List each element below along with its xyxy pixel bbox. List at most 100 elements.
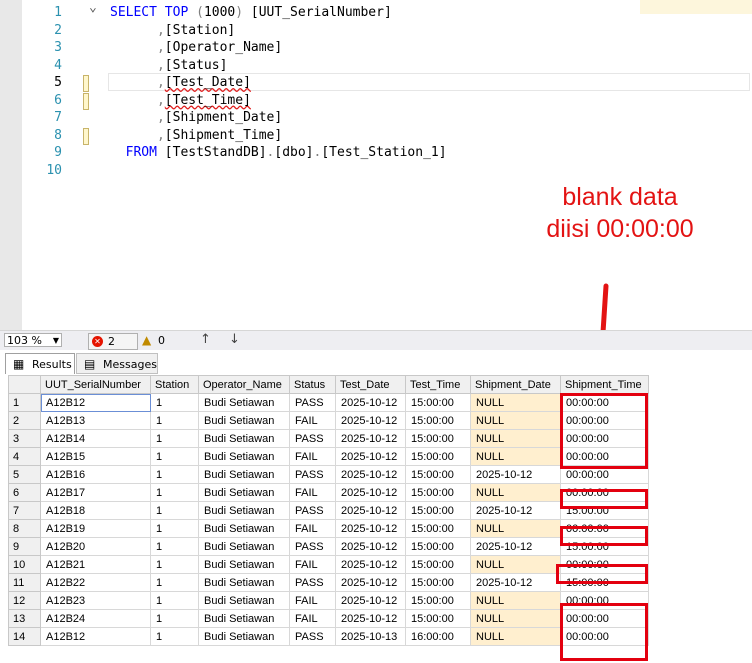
- table-row[interactable]: 13 A12B24 1 Budi Setiawan FAIL 2025-10-12 15:0…: [8, 609, 649, 628]
- grid-cell[interactable]: PASS: [289, 429, 336, 448]
- code-line[interactable]: 8 ,[Shipment_Time]: [0, 127, 752, 145]
- arrow-up-icon[interactable]: ↑: [200, 332, 211, 347]
- grid-cell[interactable]: NULL: [470, 411, 561, 430]
- grid-cell[interactable]: 15:00:00: [405, 483, 471, 502]
- grid-cell[interactable]: 2025-10-12: [335, 591, 406, 610]
- warning-icon[interactable]: ▲: [142, 333, 151, 348]
- grid-cell[interactable]: 1: [150, 411, 199, 430]
- sql-editor[interactable]: 1 ⌄ SELECT TOP (1000) [UUT_SerialNumber] 2 …: [0, 0, 752, 364]
- grid-cell[interactable]: 15:00:00: [405, 591, 471, 610]
- grid-cell[interactable]: PASS: [289, 627, 336, 646]
- grid-cell[interactable]: Budi Setiawan: [198, 411, 290, 430]
- grid-cell[interactable]: FAIL: [289, 519, 336, 538]
- grid-cell[interactable]: NULL: [470, 447, 561, 466]
- grid-cell[interactable]: A12B24: [40, 609, 151, 628]
- grid-cell[interactable]: 1: [150, 447, 199, 466]
- grid-cell[interactable]: NULL: [470, 555, 561, 574]
- grid-cell[interactable]: 2025-10-12: [335, 519, 406, 538]
- code-line[interactable]: 9 FROM [TestStandDB].[dbo].[Test_Station…: [0, 144, 752, 162]
- row-number[interactable]: 6: [8, 483, 41, 502]
- grid-cell[interactable]: 2025-10-12: [470, 573, 561, 592]
- grid-cell[interactable]: A12B15: [40, 447, 151, 466]
- grid-cell[interactable]: NULL: [470, 519, 561, 538]
- grid-cell[interactable]: 2025-10-12: [335, 555, 406, 574]
- row-number[interactable]: 14: [8, 627, 41, 646]
- grid-cell[interactable]: 15:00:00: [405, 519, 471, 538]
- table-row[interactable]: 14 A12B12 1 Budi Setiawan PASS 2025-10-13 16:0…: [8, 627, 649, 646]
- grid-cell[interactable]: Budi Setiawan: [198, 465, 290, 484]
- grid-cell[interactable]: 2025-10-12: [335, 393, 406, 412]
- grid-cell[interactable]: 1: [150, 537, 199, 556]
- grid-cell[interactable]: 1: [150, 429, 199, 448]
- grid-cell[interactable]: 2025-10-12: [335, 537, 406, 556]
- grid-cell[interactable]: Budi Setiawan: [198, 609, 290, 628]
- grid-cell[interactable]: NULL: [470, 429, 561, 448]
- row-number[interactable]: 3: [8, 429, 41, 448]
- grid-cell[interactable]: 2025-10-12: [335, 447, 406, 466]
- row-number[interactable]: 2: [8, 411, 41, 430]
- grid-cell[interactable]: FAIL: [289, 555, 336, 574]
- grid-cell[interactable]: Budi Setiawan: [198, 393, 290, 412]
- column-header[interactable]: Test_Date: [335, 375, 406, 394]
- zoom-select[interactable]: 103 % ▼: [4, 333, 62, 347]
- collapse-icon[interactable]: ⌄: [89, 1, 97, 14]
- column-header[interactable]: Station: [150, 375, 199, 394]
- grid-cell[interactable]: A12B13: [40, 411, 151, 430]
- grid-cell[interactable]: NULL: [470, 393, 561, 412]
- grid-cell[interactable]: 1: [150, 483, 199, 502]
- grid-cell[interactable]: 15:00:00: [405, 555, 471, 574]
- grid-cell[interactable]: A12B21: [40, 555, 151, 574]
- grid-cell[interactable]: 1: [150, 555, 199, 574]
- grid-cell[interactable]: Budi Setiawan: [198, 447, 290, 466]
- grid-cell[interactable]: 2025-10-12: [335, 483, 406, 502]
- grid-cell[interactable]: A12B14: [40, 429, 151, 448]
- grid-cell[interactable]: 2025-10-12: [335, 573, 406, 592]
- grid-cell[interactable]: Budi Setiawan: [198, 519, 290, 538]
- tab-results[interactable]: ▦ Results: [5, 353, 75, 374]
- column-header[interactable]: Test_Time: [405, 375, 471, 394]
- grid-cell[interactable]: 15:00:00: [405, 411, 471, 430]
- grid-cell[interactable]: A12B16: [40, 465, 151, 484]
- grid-cell[interactable]: 15:00:00: [405, 393, 471, 412]
- column-header[interactable]: Shipment_Date: [470, 375, 561, 394]
- grid-cell[interactable]: A12B17: [40, 483, 151, 502]
- grid-cell[interactable]: 15:00:00: [405, 573, 471, 592]
- table-row[interactable]: 5 A12B16 1 Budi Setiawan PASS 2025-10-12 15:00…: [8, 465, 649, 484]
- code-line[interactable]: 10: [0, 162, 752, 180]
- grid-cell[interactable]: 2025-10-12: [470, 537, 561, 556]
- row-number[interactable]: 11: [8, 573, 41, 592]
- grid-cell[interactable]: A12B18: [40, 501, 151, 520]
- column-header[interactable]: Shipment_Time: [560, 375, 649, 394]
- grid-cell[interactable]: PASS: [289, 501, 336, 520]
- grid-cell[interactable]: FAIL: [289, 591, 336, 610]
- grid-cell[interactable]: NULL: [470, 483, 561, 502]
- code-line[interactable]: 3 ,[Operator_Name]: [0, 39, 752, 57]
- grid-cell[interactable]: 2025-10-12: [470, 501, 561, 520]
- grid-cell[interactable]: Budi Setiawan: [198, 627, 290, 646]
- row-number[interactable]: 7: [8, 501, 41, 520]
- grid-cell[interactable]: 2025-10-13: [335, 627, 406, 646]
- row-number[interactable]: 8: [8, 519, 41, 538]
- grid-cell[interactable]: PASS: [289, 573, 336, 592]
- grid-cell[interactable]: Budi Setiawan: [198, 483, 290, 502]
- row-number[interactable]: 13: [8, 609, 41, 628]
- grid-cell[interactable]: 2025-10-12: [335, 411, 406, 430]
- grid-cell[interactable]: 2025-10-12: [335, 609, 406, 628]
- grid-cell[interactable]: Budi Setiawan: [198, 429, 290, 448]
- grid-cell[interactable]: 2025-10-12: [470, 465, 561, 484]
- table-row[interactable]: 1 A12B12 1 Budi Setiawan PASS 2025-10-12 15:00…: [8, 393, 649, 412]
- row-number[interactable]: 10: [8, 555, 41, 574]
- grid-cell[interactable]: 1: [150, 501, 199, 520]
- arrow-down-icon[interactable]: ↓: [229, 332, 240, 347]
- grid-cell[interactable]: 2025-10-12: [335, 501, 406, 520]
- grid-cell[interactable]: A12B12: [40, 393, 151, 412]
- grid-cell[interactable]: NULL: [470, 627, 561, 646]
- table-row[interactable]: 3 A12B14 1 Budi Setiawan PASS 2025-10-12 15:00…: [8, 429, 649, 448]
- grid-cell[interactable]: 15:00:00: [405, 537, 471, 556]
- code-line[interactable]: 6 ,[Test_Time]: [0, 92, 752, 110]
- results-grid[interactable]: UUT_SerialNumber Station Operator_Name S…: [8, 375, 649, 646]
- tab-messages[interactable]: ▤ Messages: [76, 353, 158, 374]
- grid-cell[interactable]: A12B20: [40, 537, 151, 556]
- row-number[interactable]: 9: [8, 537, 41, 556]
- table-row[interactable]: 2 A12B13 1 Budi Setiawan FAIL 2025-10-12 15:00…: [8, 411, 649, 430]
